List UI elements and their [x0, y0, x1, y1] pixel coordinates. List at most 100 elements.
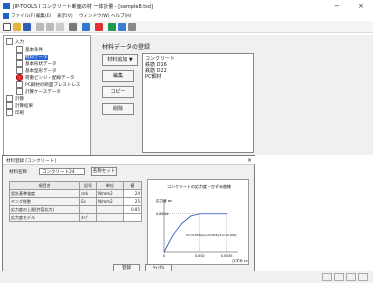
- table-cell: [95, 205, 124, 214]
- menu-edit[interactable]: 編集(E): [36, 13, 51, 19]
- open-folder-icon[interactable]: [13, 23, 21, 31]
- copy-icon[interactable]: [46, 23, 54, 31]
- print-icon[interactable]: [69, 23, 77, 31]
- status-pane: [346, 273, 356, 281]
- x-tick-label: 0.002: [195, 254, 205, 258]
- dialog-title: 材料登録 [コンクリート]: [6, 159, 56, 164]
- navigation-tree: 入力 基本条件 材料データ 基本形状データ 基本型形データ 荷重ピンジ・配線デー…: [3, 35, 91, 168]
- data-point: [226, 213, 228, 215]
- table-cell: [79, 205, 97, 214]
- table-header: 単位: [95, 181, 124, 190]
- document-icon: [16, 81, 23, 88]
- document-icon: [16, 60, 23, 67]
- table-cell[interactable]: [122, 213, 143, 222]
- delete-material-button[interactable]: 削除: [102, 103, 134, 115]
- data-point: [199, 213, 201, 215]
- tree-root-input[interactable]: 入力: [6, 38, 24, 45]
- cut-icon[interactable]: [36, 23, 44, 31]
- document-icon: [16, 67, 23, 74]
- dialog-title-bar: 材料登録 [コンクリート] ×: [3, 156, 256, 165]
- table-cell[interactable]: 0.85: [122, 205, 143, 214]
- tree-item-results[interactable]: 計算結果: [6, 102, 33, 109]
- chart-svg: コンクリートの応力度－ひずみ曲線 応力度 σc ひずみ εc 0.85fck σ…: [156, 183, 248, 263]
- tree-item-pc-prestress[interactable]: PC鋼材の断面プレストレス: [16, 81, 80, 88]
- tree-item-calc-case[interactable]: 計算ケースデータ: [16, 88, 61, 95]
- table-cell: [95, 213, 124, 222]
- table-header: 値: [122, 181, 143, 190]
- tree-item-calculate[interactable]: 計算: [6, 95, 24, 102]
- minimize-icon[interactable]: −: [334, 2, 340, 10]
- title-bar: JIP-TOOLS I コンクリート断面の材 一体計量 - [sample8.t…: [0, 0, 373, 12]
- material-name-label: 材料名称: [9, 170, 27, 175]
- tree-item-basic-shape[interactable]: 基本形状データ: [16, 60, 57, 67]
- data-point: [190, 215, 192, 217]
- chart-axes: [163, 200, 238, 253]
- table-row: 応力度の上限(許容応力) 0.85: [8, 205, 143, 214]
- document-icon: [16, 53, 23, 60]
- data-point: [181, 222, 183, 224]
- x-tick-label: 0: [163, 254, 165, 258]
- calc-icon[interactable]: [95, 23, 103, 31]
- paste-icon[interactable]: [56, 23, 64, 31]
- edit-material-button[interactable]: 編集: [102, 70, 134, 82]
- add-material-button[interactable]: 材料追加 ▼: [102, 54, 138, 66]
- chart-title: コンクリートの応力度－ひずみ曲線: [167, 183, 231, 189]
- table-header: 記号: [79, 181, 97, 190]
- material-name-field[interactable]: コンクリート24: [39, 168, 85, 175]
- material-list[interactable]: コンクリート 鉄筋 D16 鉄筋 D22 PC鋼材: [142, 53, 254, 153]
- table-cell: Ec: [79, 197, 97, 206]
- menu-window[interactable]: ウィンドウ(W): [79, 13, 109, 19]
- table-row: 設計基準強度 σck N/mm2 24: [8, 189, 143, 198]
- list-item[interactable]: PC鋼材: [145, 73, 162, 80]
- chart-ticks: 0 0.002 0.0035: [163, 254, 233, 258]
- tree-item-print[interactable]: 印刷: [6, 109, 24, 116]
- folder-icon: [6, 38, 13, 45]
- menu-bar: ファイル(F) 編集(E) 表示(V) ウィンドウ(W) ヘルプ(H): [0, 12, 373, 21]
- data-point: [172, 234, 174, 236]
- result-icon[interactable]: [108, 23, 116, 31]
- tree-item-basic-conditions[interactable]: 基本条件: [16, 46, 43, 53]
- status-pane: [334, 273, 344, 281]
- document-icon: [6, 102, 13, 109]
- material-properties-table: 項目名 記号 単位 値 設計基準強度 σck N/mm2 24 ヤング係数 Ec…: [8, 181, 143, 222]
- status-pane: [358, 273, 368, 281]
- table-row: ヤング係数 Ec N/mm2 25: [8, 197, 143, 206]
- close-icon[interactable]: ×: [358, 2, 364, 10]
- document-icon: [16, 88, 23, 95]
- chart-peak-label: 0.85fck: [156, 212, 169, 216]
- document-icon: [6, 95, 13, 102]
- status-bar: [0, 271, 373, 283]
- copy-material-button[interactable]: コピー: [102, 86, 134, 98]
- new-file-icon[interactable]: [3, 23, 11, 31]
- material-dialog: 材料登録 [コンクリート] × 材料名称 コンクリート24 名称セット 項目名 …: [2, 155, 256, 277]
- window-title: JIP-TOOLS I コンクリート断面の材 一体計量 - [sample8.t…: [13, 4, 153, 10]
- table-cell: 応力度モデル: [8, 213, 81, 222]
- table-cell[interactable]: 24: [122, 189, 143, 198]
- document-icon: [16, 46, 23, 53]
- menu-help[interactable]: ヘルプ(H): [111, 13, 131, 19]
- close-icon[interactable]: ×: [247, 157, 252, 164]
- settings-icon[interactable]: [128, 23, 136, 31]
- table-cell: ヤング係数: [8, 197, 81, 206]
- chart-icon[interactable]: [118, 23, 126, 31]
- table-cell: 応力度の上限(許容応力): [8, 205, 81, 214]
- table-cell: 設計基準強度: [8, 189, 81, 198]
- tree-item-material-data[interactable]: 材料データ: [16, 53, 48, 60]
- tree-item-load-hinge[interactable]: 荷重ピンジ・配線データ: [16, 74, 75, 81]
- name-set-button[interactable]: 名称セット: [91, 167, 117, 176]
- table-cell[interactable]: 25: [122, 197, 143, 206]
- app-icon: [3, 3, 10, 9]
- menu-view[interactable]: 表示(V): [57, 13, 73, 19]
- x-tick-label: 0.0035: [221, 254, 233, 258]
- document-icon: [6, 109, 13, 116]
- menu-file[interactable]: ファイル(F): [11, 13, 35, 19]
- help-icon[interactable]: [82, 23, 90, 31]
- chart-x-label: ひずみ εc: [232, 258, 248, 263]
- stress-strain-chart: コンクリートの応力度－ひずみ曲線 応力度 σc ひずみ εc 0.85fck σ…: [147, 179, 249, 265]
- tree-item-basic-form[interactable]: 基本型形データ: [16, 67, 57, 74]
- toolbar: [0, 21, 373, 33]
- material-panel: 材料データの登録 材料追加 ▼ 編集 コピー 削除 コンクリート 鉄筋 D16 …: [91, 35, 373, 155]
- table-cell: N/mm2: [95, 189, 124, 198]
- save-icon[interactable]: [23, 23, 31, 31]
- table-row: 応力度モデル ﾀｲﾌﾟ: [8, 213, 143, 222]
